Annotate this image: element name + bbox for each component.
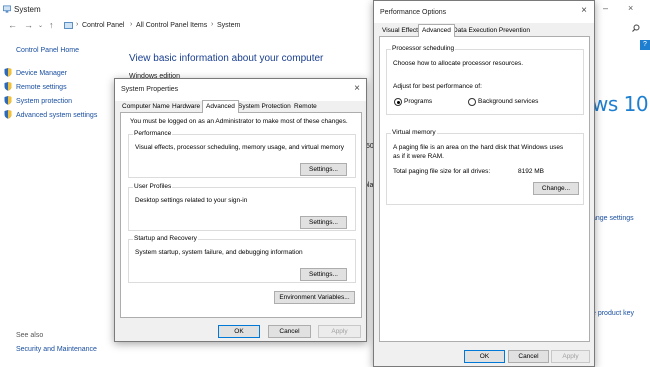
breadcrumb-all-items[interactable]: All Control Panel Items	[136, 22, 207, 29]
apply-button[interactable]: Apply	[551, 350, 590, 363]
sidebar-item-label: Remote settings	[16, 84, 67, 91]
group-description: Visual effects, processor scheduling, me…	[135, 144, 344, 151]
scheduling-description: Choose how to allocate processor resourc…	[393, 60, 524, 67]
breadcrumb-control-panel[interactable]: Control Panel	[82, 22, 124, 29]
sidebar-item-advanced-system-settings[interactable]: Advanced system settings	[4, 110, 97, 119]
minimize-icon[interactable]: –	[603, 3, 608, 13]
close-icon[interactable]: ×	[628, 3, 633, 13]
performance-group: Performance Visual effects, processor sc…	[128, 130, 356, 178]
change-settings-link[interactable]: ange settings	[592, 215, 634, 222]
control-panel-home-link[interactable]: Control Panel Home	[16, 47, 79, 54]
close-icon[interactable]: ×	[354, 83, 360, 94]
shield-icon	[4, 96, 12, 105]
paging-size-label: Total paging file size for all drives:	[393, 168, 491, 175]
sidebar-item-system-protection[interactable]: System protection	[4, 96, 72, 105]
programs-label[interactable]: Programs	[404, 98, 432, 105]
see-also-heading: See also	[16, 332, 44, 339]
shield-icon	[4, 110, 12, 119]
chevron-down-icon[interactable]: ⌄	[38, 22, 43, 29]
breadcrumb-separator-icon: ›	[76, 21, 79, 28]
cancel-button[interactable]: Cancel	[268, 325, 311, 338]
background-services-radio[interactable]	[468, 98, 476, 106]
tab-advanced[interactable]: Advanced	[418, 24, 455, 37]
group-title: Virtual memory	[391, 129, 437, 136]
windows-brand-text: ws 10	[592, 92, 649, 116]
dialog-title: Performance Options	[380, 9, 447, 16]
help-icon[interactable]: ?	[640, 40, 650, 50]
programs-radio[interactable]	[394, 98, 402, 106]
tab-advanced[interactable]: Advanced	[202, 100, 239, 113]
dialog-title-bar: System Properties ×	[115, 79, 366, 101]
group-title: Processor scheduling	[391, 45, 456, 52]
tab-panel: You must be logged on as an Administrato…	[120, 112, 362, 318]
background-services-label[interactable]: Background services	[478, 98, 538, 105]
window-title: System	[14, 5, 41, 14]
sidebar-item-label: Advanced system settings	[16, 112, 98, 119]
user-profiles-group: User Profiles Desktop settings related t…	[128, 183, 356, 231]
search-icon[interactable]	[632, 24, 640, 32]
startup-settings-button[interactable]: Settings...	[300, 268, 347, 281]
sidebar-item-label: System protection	[16, 98, 73, 105]
vm-description-line1: A paging file is an area on the hard dis…	[393, 144, 564, 151]
group-title: Performance	[133, 130, 173, 137]
control-panel-icon	[64, 22, 73, 29]
group-description: System startup, system failure, and debu…	[135, 249, 303, 256]
performance-settings-button[interactable]: Settings...	[300, 163, 347, 176]
vm-description-line2: as if it were RAM.	[393, 153, 444, 160]
virtual-memory-group: Virtual memory A paging file is an area …	[386, 129, 584, 205]
up-arrow-icon[interactable]: ↑	[49, 20, 54, 30]
page-title: View basic information about your comput…	[129, 53, 324, 64]
tab-panel: Processor scheduling Choose how to alloc…	[379, 36, 590, 342]
group-description: Desktop settings related to your sign-in	[135, 197, 248, 204]
shield-icon	[4, 82, 12, 91]
change-product-key-link[interactable]: e product key	[592, 310, 634, 317]
system-properties-dialog: System Properties × Computer Name Hardwa…	[114, 78, 367, 342]
performance-options-dialog: Performance Options × Visual Effects Adv…	[373, 0, 595, 367]
ok-button[interactable]: OK	[218, 325, 260, 338]
processor-scheduling-group: Processor scheduling Choose how to alloc…	[386, 45, 584, 115]
breadcrumb-separator-icon: ›	[211, 21, 214, 28]
startup-recovery-group: Startup and Recovery System startup, sys…	[128, 235, 356, 283]
breadcrumb-separator-icon: ›	[130, 21, 133, 28]
adjust-label: Adjust for best performance of:	[393, 83, 482, 90]
close-icon[interactable]: ×	[581, 5, 587, 16]
cancel-button[interactable]: Cancel	[508, 350, 549, 363]
ok-button[interactable]: OK	[464, 350, 505, 363]
shield-icon	[4, 68, 12, 77]
change-virtual-memory-button[interactable]: Change...	[533, 182, 579, 195]
breadcrumb-system[interactable]: System	[217, 22, 240, 29]
sidebar-item-remote-settings[interactable]: Remote settings	[4, 82, 67, 91]
environment-variables-button[interactable]: Environment Variables...	[274, 291, 355, 304]
profiles-settings-button[interactable]: Settings...	[300, 216, 347, 229]
paging-size-value: 8192 MB	[518, 168, 545, 175]
group-title: Startup and Recovery	[133, 235, 198, 242]
system-icon	[3, 5, 11, 13]
back-arrow-icon[interactable]: ←	[8, 20, 17, 30]
apply-button[interactable]: Apply	[318, 325, 361, 338]
forward-arrow-icon[interactable]: →	[24, 20, 33, 30]
admin-note: You must be logged on as an Administrato…	[130, 118, 348, 125]
sidebar-item-device-manager[interactable]: Device Manager	[4, 68, 67, 77]
sidebar-item-label: Device Manager	[16, 70, 67, 77]
security-maintenance-link[interactable]: Security and Maintenance	[16, 346, 97, 353]
group-title: User Profiles	[133, 183, 173, 190]
dialog-title: System Properties	[121, 86, 179, 93]
dialog-title-bar: Performance Options ×	[374, 1, 594, 23]
